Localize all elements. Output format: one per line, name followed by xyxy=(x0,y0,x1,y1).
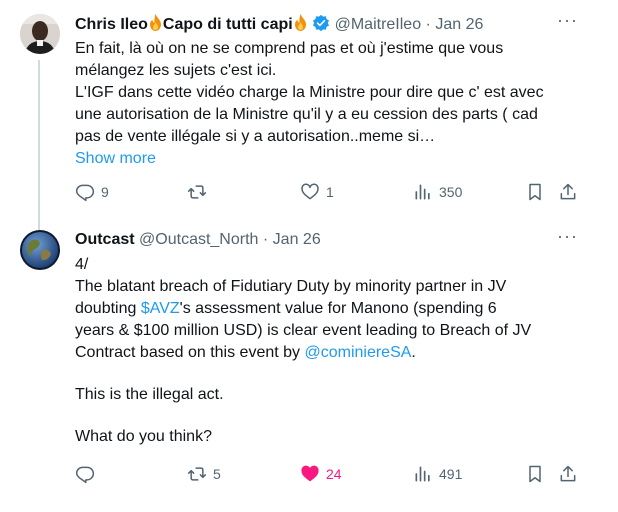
bookmark-button[interactable] xyxy=(525,182,545,202)
like-count: 1 xyxy=(326,184,334,200)
tweet-line: 4/ xyxy=(75,256,89,273)
tweet-line: une autorisation de la Ministre qu'il y … xyxy=(75,106,538,123)
share-button[interactable] xyxy=(558,182,578,202)
like-count: 24 xyxy=(326,466,342,482)
handle[interactable]: @Outcast_North xyxy=(139,231,258,248)
tweet-actions: 9 1 350 xyxy=(75,182,578,206)
more-icon[interactable]: ··· xyxy=(557,226,578,247)
tweet-line: What do you think? xyxy=(75,428,212,445)
like-button[interactable]: 24 xyxy=(300,464,342,484)
tweet-line: The blatant breach of Fidutiary Duty by … xyxy=(75,278,507,295)
reply-icon xyxy=(75,466,95,484)
verified-badge-icon xyxy=(313,14,330,32)
views-count: 491 xyxy=(439,466,463,482)
views-icon xyxy=(415,466,430,482)
tweet-line: This is the illegal act. xyxy=(75,386,224,403)
retweet-icon xyxy=(187,185,207,199)
tweet-text: En fait, là où on ne se comprend pas et … xyxy=(75,38,588,170)
tweet-line: doubting $AVZ's assessment value for Man… xyxy=(75,300,497,317)
views-button[interactable]: 350 xyxy=(413,182,462,202)
display-name[interactable]: Chris Ileo Capo di tutti capi xyxy=(75,14,312,33)
cashtag-link[interactable]: $AVZ xyxy=(141,300,180,317)
bookmark-button[interactable] xyxy=(525,464,545,484)
share-button[interactable] xyxy=(558,464,578,484)
tweet-outcast[interactable]: Outcast @Outcast_North · Jan 26 ··· 4/ T… xyxy=(0,222,618,512)
tweet-line: Contract based on this event by @cominie… xyxy=(75,344,416,361)
share-icon xyxy=(560,465,576,482)
tweet-chris-ileo[interactable]: Chris Ileo Capo di tutti capi @MaitreIleo… xyxy=(0,0,618,230)
share-icon xyxy=(560,183,576,200)
fire-emoji-icon xyxy=(149,14,161,31)
thread-line xyxy=(38,60,40,230)
retweet-button[interactable]: 5 xyxy=(187,464,221,484)
reply-button[interactable]: 9 xyxy=(75,182,109,202)
show-more-link[interactable]: Show more xyxy=(75,150,156,167)
like-icon xyxy=(301,183,319,200)
reply-icon xyxy=(75,184,95,202)
tweet-header: Chris Ileo Capo di tutti capi @MaitreIleo… xyxy=(75,14,578,35)
tweet-line: En fait, là où on ne se comprend pas et … xyxy=(75,40,504,57)
bookmark-icon xyxy=(529,183,541,201)
tweet-actions: 5 24 491 xyxy=(75,464,578,488)
retweet-button[interactable] xyxy=(187,182,213,202)
more-icon[interactable]: ··· xyxy=(557,10,578,31)
like-icon xyxy=(301,465,319,482)
views-count: 350 xyxy=(439,184,463,200)
bookmark-icon xyxy=(529,465,541,483)
separator: · xyxy=(262,231,269,248)
tweet-line: mélangez les sujets c'est ici. xyxy=(75,62,277,79)
timestamp[interactable]: Jan 26 xyxy=(273,231,321,248)
tweet-line: years & $100 million USD) is clear event… xyxy=(75,322,532,339)
retweet-icon xyxy=(187,467,207,481)
avatar[interactable] xyxy=(20,230,60,270)
retweet-count: 5 xyxy=(213,466,221,482)
timestamp[interactable]: Jan 26 xyxy=(435,16,483,33)
tweet-line: pas de vente illégale si y a autorisatio… xyxy=(75,128,436,145)
like-button[interactable]: 1 xyxy=(300,182,334,202)
display-name[interactable]: Outcast xyxy=(75,231,135,248)
views-button[interactable]: 491 xyxy=(413,464,462,484)
tweet-text: 4/ The blatant breach of Fidutiary Duty … xyxy=(75,254,588,448)
views-icon xyxy=(415,184,430,200)
mention-link[interactable]: @cominiereSA xyxy=(304,344,411,361)
fire-emoji-icon xyxy=(294,14,306,31)
reply-button[interactable] xyxy=(75,464,101,484)
avatar[interactable] xyxy=(20,14,60,54)
separator: · xyxy=(425,16,431,33)
handle[interactable]: @MaitreIleo xyxy=(335,16,422,33)
reply-count: 9 xyxy=(101,184,109,200)
tweet-header: Outcast @Outcast_North · Jan 26 xyxy=(75,230,578,250)
tweet-line: L'IGF dans cette vidéo charge la Ministr… xyxy=(75,84,544,101)
